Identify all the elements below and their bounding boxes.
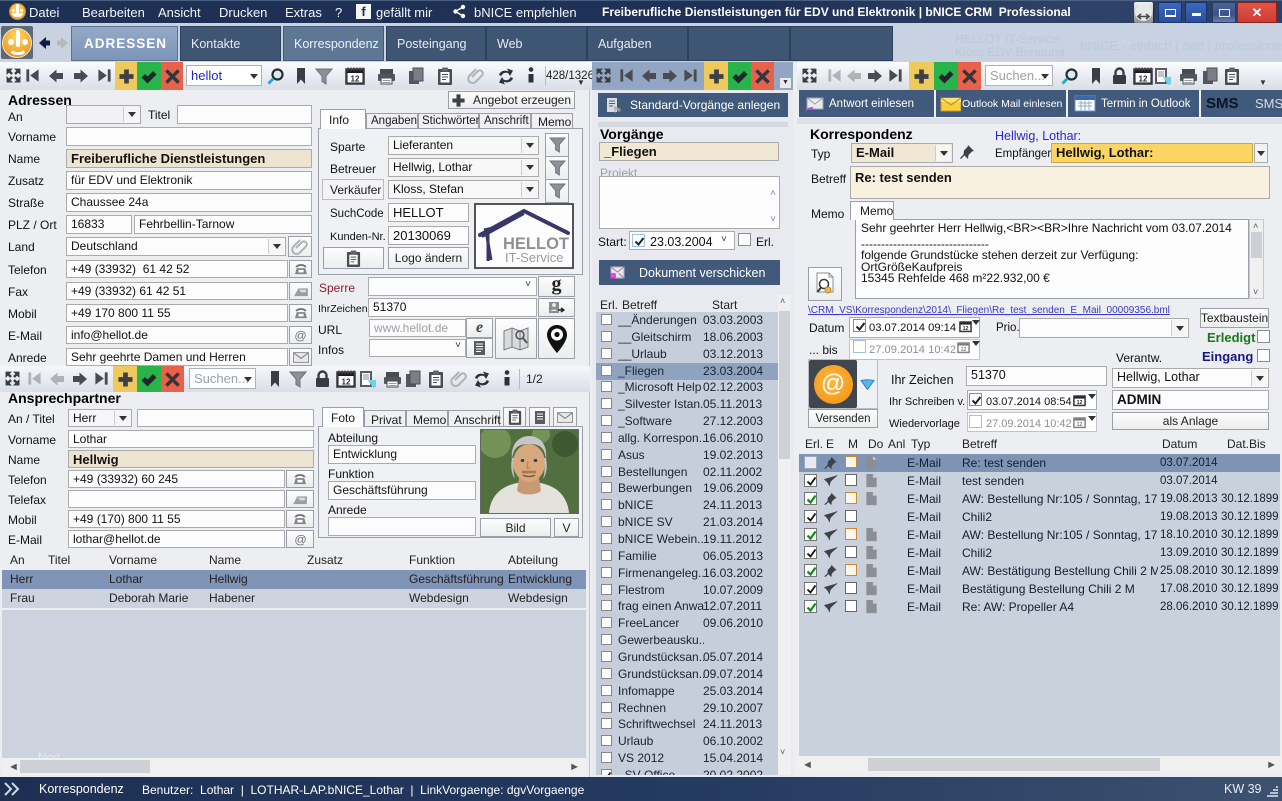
svg-text:IT-Service: IT-Service (505, 250, 564, 265)
